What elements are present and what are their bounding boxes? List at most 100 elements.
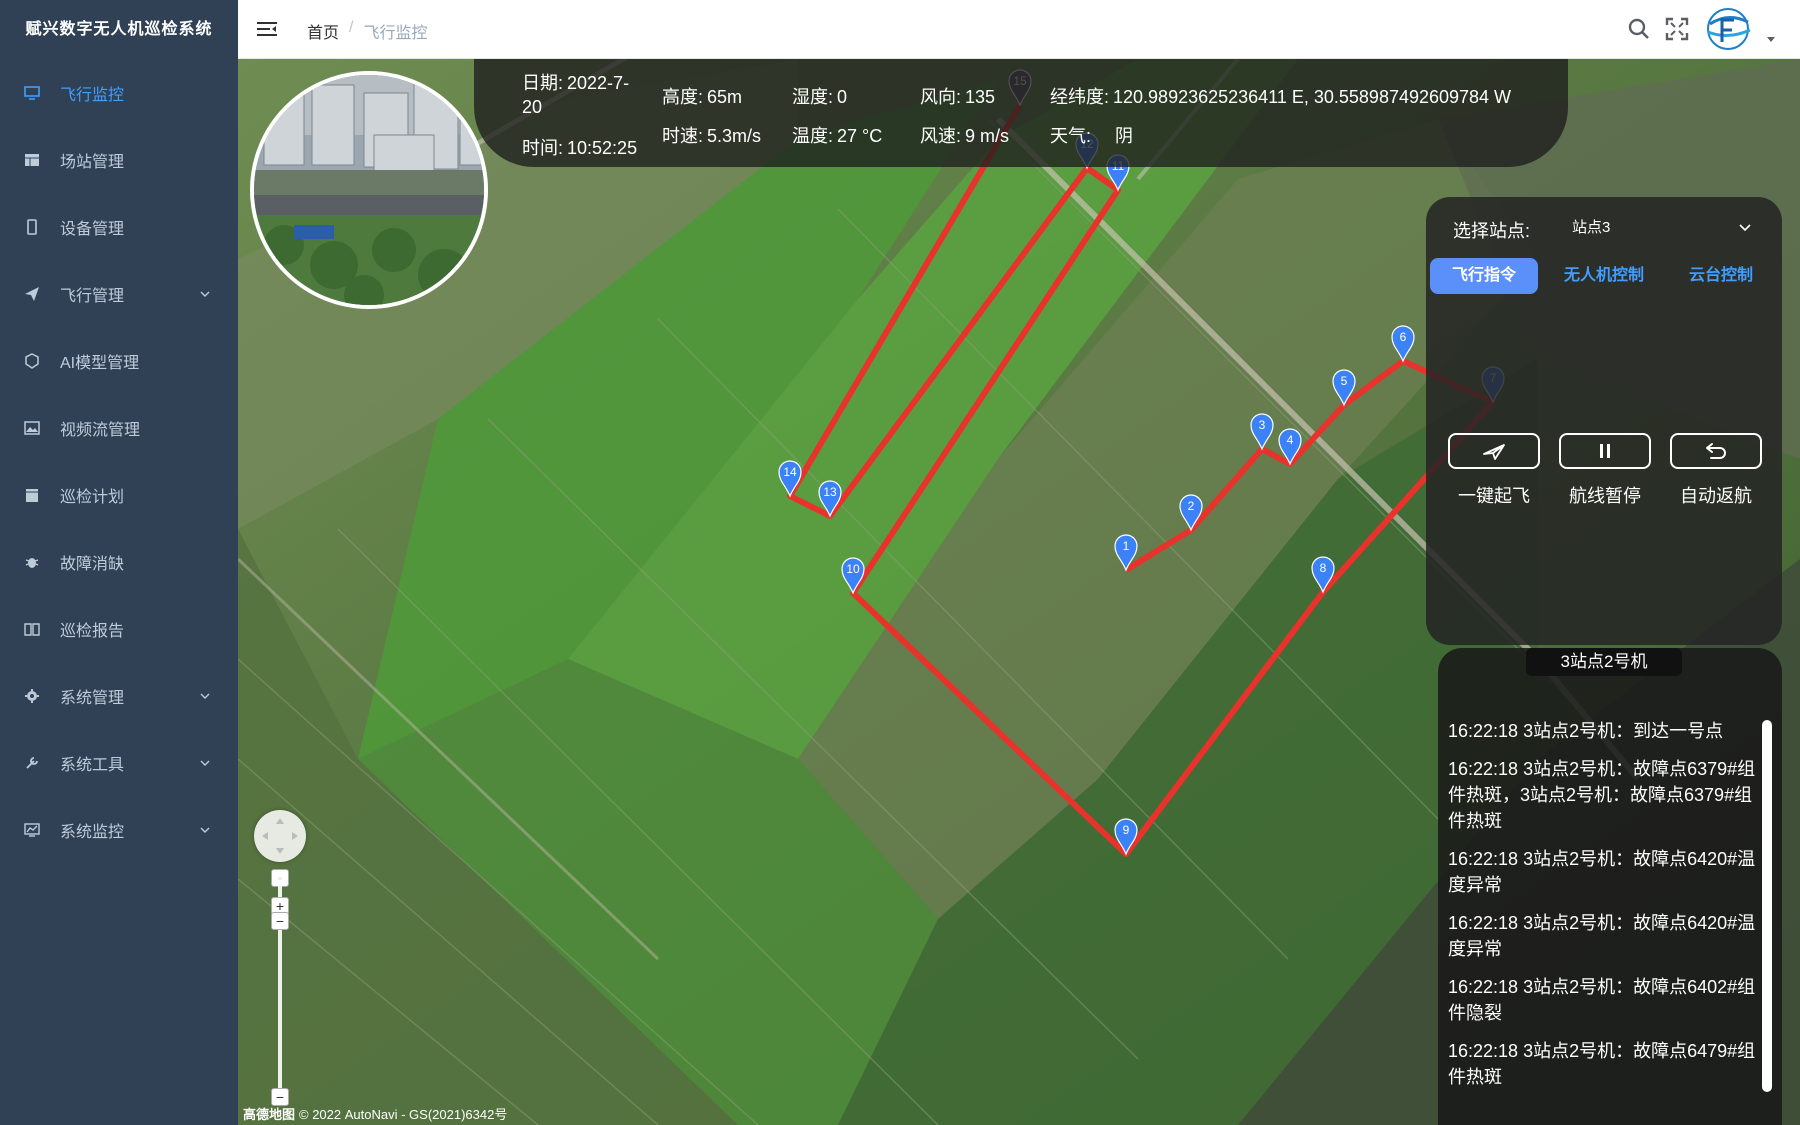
tab-gimbal-control[interactable]: 云台控制 [1666, 258, 1776, 294]
wind-speed-field: 风速: 9 m/s [920, 122, 1009, 148]
paper-plane-icon [22, 284, 42, 304]
speed-value: 5.3m/s [707, 126, 762, 146]
chevron-down-icon [200, 760, 210, 766]
waypoint-label: 2 [1188, 499, 1195, 513]
sidebar-item-2[interactable]: 设备管理 [0, 193, 238, 260]
sidebar-item-10[interactable]: 系统工具 [0, 729, 238, 796]
waypoint-label: 8 [1320, 561, 1327, 575]
pause-route-button[interactable] [1559, 433, 1651, 469]
waypoint-label: 5 [1341, 374, 1348, 388]
sidebar-item-7[interactable]: 故障消缺 [0, 528, 238, 595]
log-entry: 16:22:18 3站点2号机：故障点6420#温度异常 [1448, 849, 1756, 895]
sidebar: 赋兴数字无人机巡检系统 飞行监控场站管理设备管理飞行管理 AI模型管理 视频流管理巡… [0, 0, 238, 1125]
table-icon [22, 150, 42, 170]
tool-icon [22, 753, 42, 773]
return-icon [1706, 443, 1726, 459]
cube-icon [22, 351, 42, 371]
fullscreen-icon[interactable] [1664, 16, 1690, 42]
waypoint-label: 10 [846, 562, 860, 576]
sidebar-item-6[interactable]: 巡检计划 [0, 461, 238, 528]
chevron-down-icon [200, 693, 210, 699]
wind-speed-value: 9 m/s [965, 126, 1010, 146]
tab-flight-command[interactable]: 飞行指令 [1430, 258, 1538, 294]
sidebar-item-8[interactable]: 巡检报告 [0, 595, 238, 662]
chevron-down-icon [1739, 224, 1751, 232]
height-field: 高度: 65m [662, 83, 742, 109]
sidebar-item-3[interactable]: 飞行管理 [0, 260, 238, 327]
breadcrumb-current: 飞行监控 [363, 25, 428, 42]
speed-label: 时速: [662, 126, 704, 146]
waypoint-label: 1 [1123, 539, 1130, 553]
sidebar-item-label: 巡检计划 [60, 488, 125, 506]
sidebar-item-4[interactable]: AI模型管理 [0, 327, 238, 394]
breadcrumb-separator: / [349, 19, 354, 36]
chart-icon [22, 820, 42, 840]
control-panel: 选择站点: 站点3 飞行指令 无人机控制 云台控制 一键起飞 航线暂停 自动返航 [1426, 197, 1782, 645]
speed-field: 时速: 5.3m/s [662, 122, 761, 148]
drone-video-feed[interactable] [250, 71, 488, 309]
compass-icon [262, 818, 298, 854]
site-select-label: 选择站点: [1453, 221, 1531, 241]
log-scrollbar[interactable] [1762, 720, 1772, 1092]
sidebar-item-label: 飞行监控 [60, 86, 125, 104]
temperature-label: 温度: [792, 126, 834, 146]
tab-drone-control[interactable]: 无人机控制 [1546, 258, 1662, 294]
wind-direction-label: 风向: [920, 87, 962, 107]
chevron-down-icon [200, 291, 210, 297]
time-field: 时间: 10:52:25 [522, 134, 637, 160]
waypoint-label: 9 [1123, 823, 1130, 837]
time-value: 10:52:25 [567, 138, 638, 158]
sidebar-item-label: 场站管理 [60, 153, 125, 171]
calendar-icon [22, 485, 42, 505]
sidebar-item-11[interactable]: 系统监控 [0, 796, 238, 863]
sidebar-item-label: 设备管理 [60, 220, 125, 238]
flight-info-panel: 日期: 2022-7-20 时间: 10:52:25 高度: 65m 时速: 5.3m/… [474, 59, 1568, 167]
log-entry: 16:22:18 3站点2号机：到达一号点 [1448, 721, 1724, 741]
breadcrumb: 首页 / 飞行监控 [307, 19, 427, 43]
temperature-field: 温度: 27 °C [792, 122, 882, 148]
humidity-value: 0 [837, 87, 848, 107]
sidebar-item-label: AI模型管理 [60, 354, 140, 372]
caret-down-icon[interactable] [1766, 34, 1776, 44]
return-home-button[interactable] [1670, 433, 1762, 469]
phone-icon [22, 217, 42, 237]
coordinate-label: 经纬度: [1050, 87, 1110, 107]
map-pan-control[interactable] [254, 810, 306, 862]
hamburger-icon[interactable] [256, 18, 278, 40]
sidebar-item-9[interactable]: 系统管理 [0, 662, 238, 729]
sidebar-item-0[interactable]: 飞行监控 [0, 59, 238, 126]
sidebar-item-label: 系统工具 [60, 756, 125, 774]
site-select-value: 站点3 [1572, 219, 1611, 236]
sidebar-item-5[interactable]: 视频流管理 [0, 394, 238, 461]
site-select[interactable]: 站点3 [1560, 211, 1756, 245]
coordinate-value: 120.98923625236411 E, 30.558987492609784… [1113, 87, 1512, 107]
waypoint-label: 3 [1259, 418, 1266, 432]
pause-icon [1600, 444, 1610, 458]
weather-value: 阴 [1115, 126, 1134, 146]
monitor-icon [22, 83, 42, 103]
log-list[interactable]: 16:22:18 3站点2号机：到达一号点 16:22:18 3站点2号机：故障点… [1448, 718, 1758, 1106]
app-title: 赋兴数字无人机巡检系统 [25, 21, 213, 38]
sidebar-item-label: 故障消缺 [60, 555, 125, 573]
bug-icon [22, 552, 42, 572]
sidebar-item-label: 飞行管理 [60, 287, 125, 305]
takeoff-button[interactable] [1448, 433, 1540, 469]
humidity-field: 湿度: 0 [792, 83, 847, 109]
date-field: 日期: 2022-7-20 [522, 71, 632, 119]
flight-log-panel: 3站点2号机 16:22:18 3站点2号机：到达一号点 16:22:18 3站点… [1438, 648, 1782, 1125]
log-entry: 16:22:18 3站点2号机：故障点6379#组件热斑，3站点2号机：故障点6… [1448, 759, 1756, 831]
sidebar-item-label: 系统监控 [60, 823, 125, 841]
sidebar-item-label: 视频流管理 [60, 421, 141, 439]
takeoff-icon [1483, 444, 1505, 460]
map-logo: 高德地图 [243, 1107, 296, 1122]
zoom-out-button[interactable]: − [271, 912, 289, 930]
waypoint-label: 6 [1400, 330, 1407, 344]
search-icon[interactable] [1626, 16, 1652, 42]
breadcrumb-home[interactable]: 首页 [307, 19, 339, 43]
avatar[interactable] [1704, 6, 1752, 52]
return-home-label: 自动返航 [1680, 486, 1752, 506]
chevron-down-icon [200, 827, 210, 833]
sidebar-item-1[interactable]: 场站管理 [0, 126, 238, 193]
video-thumbnail [254, 75, 484, 305]
takeoff-label: 一键起飞 [1458, 486, 1530, 506]
